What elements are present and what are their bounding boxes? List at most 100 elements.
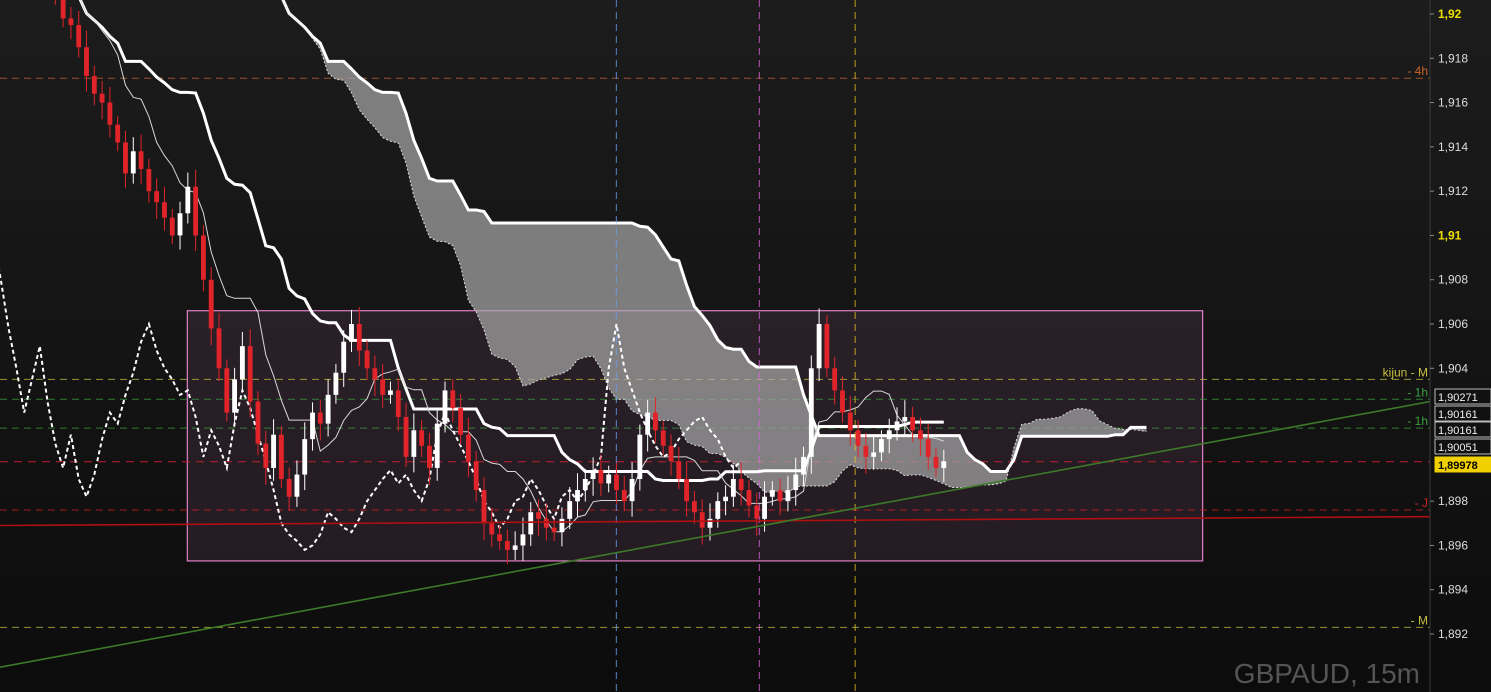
candle[interactable]	[130, 137, 136, 184]
candle-body	[411, 430, 417, 457]
candle-body	[941, 461, 947, 468]
candle-body	[201, 235, 206, 280]
tick-label: 1,908	[1438, 273, 1468, 287]
candle-body	[707, 518, 713, 528]
candle-body	[278, 434, 284, 479]
candle[interactable]	[201, 225, 206, 292]
candle-body	[793, 474, 799, 491]
candle[interactable]	[138, 134, 144, 185]
candle[interactable]	[177, 201, 183, 250]
chart-panel[interactable]: - 4h kijun - M- 1h - 1h - J- M 1,892 1,894 1,…	[0, 0, 1491, 692]
candle-body	[91, 76, 97, 94]
candle[interactable]	[68, 6, 74, 40]
candle[interactable]	[60, 0, 66, 28]
candle-body	[847, 412, 853, 431]
candle-body	[123, 142, 128, 174]
candle-body	[317, 412, 323, 424]
candle[interactable]	[99, 80, 105, 120]
candle[interactable]	[53, 0, 58, 5]
candle-body	[224, 368, 230, 413]
candle-body	[575, 490, 580, 502]
symbol-label: GBPAUD, 15m	[1234, 658, 1420, 689]
candle-body	[481, 490, 487, 524]
candle-body	[255, 401, 261, 444]
candle-body	[458, 408, 464, 435]
candle-body	[715, 501, 721, 519]
candle-body	[489, 523, 495, 535]
tick-label: 1,92	[1438, 7, 1462, 21]
candle-body	[925, 439, 931, 457]
candle-body	[504, 541, 510, 550]
candle[interactable]	[107, 87, 113, 138]
candle-body	[543, 518, 549, 528]
candle-body	[302, 439, 308, 475]
candle-body	[239, 346, 245, 380]
level-label-m: - M	[1411, 613, 1428, 627]
candle-body	[169, 217, 175, 236]
candle-body	[933, 456, 939, 468]
candle[interactable]	[76, 10, 82, 58]
candle[interactable]	[224, 359, 230, 422]
tick-label: 1,898	[1438, 494, 1468, 508]
candle-body	[769, 490, 775, 497]
candle-body	[855, 430, 861, 446]
candle[interactable]	[193, 169, 199, 251]
candle-body	[536, 512, 541, 519]
candle-body	[512, 545, 518, 550]
candle-body	[208, 279, 214, 329]
candle-body	[754, 505, 760, 519]
candle-body	[598, 470, 604, 484]
candle[interactable]	[115, 115, 121, 152]
candle-body	[99, 93, 105, 103]
candle-body	[551, 527, 557, 533]
candle-body	[582, 479, 588, 491]
candle-body	[660, 430, 666, 446]
candle-body	[216, 328, 222, 369]
candle-body	[894, 421, 900, 431]
candle[interactable]	[91, 65, 97, 106]
candle-body	[263, 443, 269, 468]
tick-label: 1,906	[1438, 317, 1468, 331]
candle-body	[816, 324, 822, 369]
candle-body	[473, 461, 479, 491]
candle-body	[162, 202, 167, 218]
tick-label: 1,914	[1438, 140, 1468, 154]
price-tag-text: 1,90271	[1438, 392, 1478, 404]
candle-body	[146, 169, 152, 192]
candle-body	[738, 479, 744, 491]
candle[interactable]	[154, 178, 160, 220]
candle-body	[879, 439, 884, 453]
candle-body	[356, 324, 362, 351]
candle[interactable]	[84, 30, 89, 92]
price-tag-text: 1,89978	[1438, 460, 1478, 472]
candle[interactable]	[146, 158, 152, 203]
candle-body	[886, 430, 892, 440]
candle-body	[185, 186, 191, 214]
candle-body	[528, 512, 534, 535]
tick-label: 1,904	[1438, 361, 1468, 375]
candle[interactable]	[278, 425, 284, 488]
candle-body	[349, 324, 354, 342]
candle[interactable]	[162, 186, 167, 231]
candle[interactable]	[808, 355, 814, 474]
candle[interactable]	[169, 208, 175, 245]
candle-body	[403, 417, 409, 457]
candle-body	[808, 368, 814, 457]
price-tag-text: 1,90051	[1438, 442, 1478, 454]
candle-body	[434, 423, 440, 468]
candle[interactable]	[123, 130, 128, 188]
candle-body	[699, 512, 705, 528]
candle-body	[629, 479, 635, 502]
candle[interactable]	[824, 315, 830, 378]
candle-body	[676, 461, 682, 479]
candle-body	[520, 534, 526, 546]
candle-body	[247, 346, 253, 402]
candle-body	[427, 445, 432, 468]
candle-body	[76, 25, 82, 48]
candle-body	[372, 368, 378, 380]
chart-svg[interactable]: - 4hkijun - M- 1h- 1h- J- M 1,8921,8941,…	[0, 0, 1491, 692]
candle[interactable]	[185, 172, 191, 224]
candle-body	[863, 445, 869, 457]
candle-body	[762, 496, 767, 519]
candle-body	[832, 368, 838, 391]
